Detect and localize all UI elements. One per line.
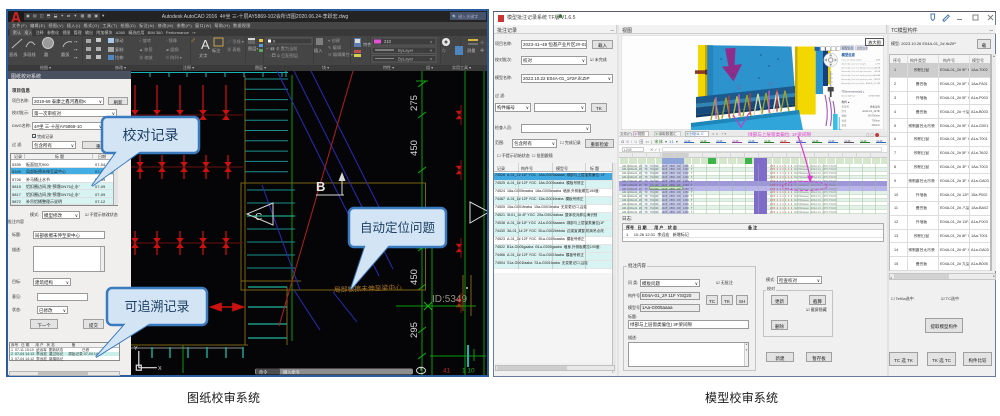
svg-text:275: 275 xyxy=(409,95,420,111)
svg-text:构件 ▴: 构件 ▴ xyxy=(842,100,850,104)
svg-text:🖉: 🖉 xyxy=(191,38,196,43)
svg-text:1 10: 1 10 xyxy=(462,368,475,375)
svg-text:特性: 特性 xyxy=(363,41,371,48)
svg-text:拉伸: 拉伸 xyxy=(115,54,123,61)
svg-text:圆弧: 圆弧 xyxy=(61,51,70,58)
svg-text:200mm: 200mm xyxy=(872,124,880,127)
svg-text:测量: 测量 xyxy=(467,47,475,54)
svg-text:41: 41 xyxy=(443,368,451,375)
svg-text:Assembly Cast unit finish: Assembly Cast unit finish xyxy=(842,82,866,85)
svg-text:-28712: -28712 xyxy=(874,79,881,81)
svg-text:Assembly Cast unit bottom elev: Assembly Cast unit bottom elevation xyxy=(842,66,876,69)
svg-text:ByLayer: ByLayer xyxy=(398,57,414,62)
svg-text:复制: 复制 xyxy=(115,46,123,53)
svg-text:ByLayer: ByLayer xyxy=(398,48,414,53)
svg-text:⠿ 阵列 ▾: ⠿ 阵列 ▾ xyxy=(166,54,182,61)
svg-text:╱ 引线 ▾: ╱ 引线 ▾ xyxy=(227,38,244,45)
svg-text:-13.08t: -13.08t xyxy=(874,74,881,77)
svg-text:A: A xyxy=(201,37,210,52)
svg-text:○ 旋转: ○ 旋转 xyxy=(139,37,151,44)
svg-text:▦ 缩放: ▦ 缩放 xyxy=(139,54,154,61)
svg-text:C: C xyxy=(255,212,262,223)
svg-text:E04A-01_2# 9F: E04A-01_2# 9F xyxy=(862,110,880,113)
svg-text:🗔 🗖 ⛭ 匹配图层: 🗔 🗖 ⛭ 匹配图层 xyxy=(266,53,298,59)
svg-text:插入: 插入 xyxy=(314,47,323,54)
svg-text:标注: 标注 xyxy=(212,47,221,54)
svg-text:AssemblyFloor: AssemblyFloor xyxy=(842,95,856,98)
svg-text:直线: 直线 xyxy=(9,51,18,57)
svg-text:▪▾: ▪▾ xyxy=(74,55,78,60)
svg-text:Cast unit dead weight: Cast unit dead weight xyxy=(842,59,862,62)
svg-text:🗘: 🗘 xyxy=(442,48,446,53)
svg-text:✛: ✛ xyxy=(480,48,484,54)
svg-text:1070974365: 1070974365 xyxy=(868,96,880,98)
svg-text:⊹: ⊹ xyxy=(480,40,484,46)
svg-text:模型信息: 模型信息 xyxy=(842,46,853,50)
svg-text:高度: 高度 xyxy=(842,118,848,122)
svg-text:-41.08: -41.08 xyxy=(874,71,881,73)
svg-text:700mm: 700mm xyxy=(872,119,880,122)
svg-text:☷ 编辑属性 ▾: ☷ 编辑属性 ▾ xyxy=(328,51,353,58)
svg-text:▲ 修剪: ▲ 修剪 xyxy=(139,46,153,53)
svg-text:126t: 126t xyxy=(876,59,880,62)
svg-text:键入命令: 键入命令 xyxy=(283,368,301,375)
svg-text:共Dimensions(aa) ▴: 共Dimensions(aa) ▴ xyxy=(842,90,865,94)
svg-text:450: 450 xyxy=(409,140,420,156)
svg-text:✎ 编辑: ✎ 编辑 xyxy=(328,44,341,51)
svg-text:Assembly Cast unit loading dir: Assembly Cast unit loading direction xyxy=(842,74,876,77)
svg-text:◦ 镜像: ◦ 镜像 xyxy=(166,37,178,44)
svg-text:⌖ 创建: ⌖ 创建 xyxy=(328,37,341,44)
svg-text:模板架构: 模板架构 xyxy=(870,105,881,109)
svg-text:14x700mm: 14x700mm xyxy=(868,115,880,118)
svg-text:自动定位问题: 自动定位问题 xyxy=(360,220,436,235)
svg-text:宽度: 宽度 xyxy=(842,123,848,127)
svg-text:模型信息: 模型信息 xyxy=(842,52,856,57)
svg-text:型号: 型号 xyxy=(842,109,848,113)
svg-text:校对记录: 校对记录 xyxy=(123,127,179,143)
svg-text:属性信息: 属性信息 xyxy=(857,46,868,50)
svg-text:1.79t: 1.79t xyxy=(875,62,880,65)
svg-text:可追溯记录: 可追溯记录 xyxy=(124,299,189,314)
svg-text:圆: 圆 xyxy=(44,52,48,58)
svg-text:模数: 模数 xyxy=(842,114,848,118)
svg-text:E04-01_2# 11F: E04-01_2# 11F xyxy=(866,83,881,85)
svg-text:移动: 移动 xyxy=(115,37,123,44)
svg-text:多段线: 多段线 xyxy=(23,51,36,58)
svg-text:文字: 文字 xyxy=(199,52,207,59)
svg-text:图层▾: 图层▾ xyxy=(248,46,259,52)
svg-text:▰ 圆角: ▰ 圆角 xyxy=(166,46,179,53)
svg-text:Assembly Cast unit weight: Assembly Cast unit weight xyxy=(842,62,867,65)
svg-text:🗲 🗱 ⚙ 置为当前: 🗲 🗱 ⚙ 置为当前 xyxy=(266,45,297,52)
svg-text:名称等: 名称等 xyxy=(842,105,850,109)
svg-text:Assembly Cast unit position co: Assembly Cast unit position code xyxy=(842,78,873,81)
svg-text:Assembly Cast unit top elevati: Assembly Cast unit top elevation xyxy=(842,70,873,73)
svg-text:▦ 表格: ▦ 表格 xyxy=(227,46,242,53)
svg-text:命令: 命令 xyxy=(259,368,268,375)
svg-text:210: 210 xyxy=(384,39,392,44)
svg-text:▪▾: ▪▾ xyxy=(74,47,78,52)
svg-text:295: 295 xyxy=(409,322,420,338)
svg-text:-43.88: -43.88 xyxy=(874,67,881,69)
svg-text:▪▾: ▪▾ xyxy=(74,39,78,44)
